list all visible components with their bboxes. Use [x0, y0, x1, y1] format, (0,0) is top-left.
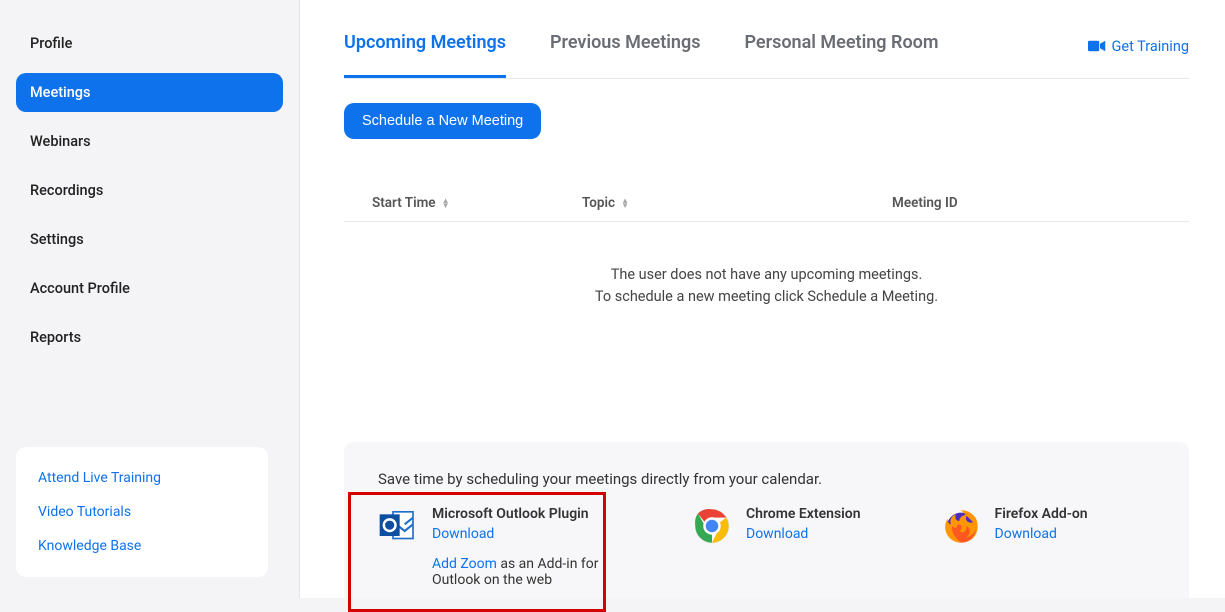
meetings-table-header: Start Time ▲▼ Topic ▲▼ Meeting ID: [344, 195, 1189, 222]
column-topic-label: Topic: [582, 195, 615, 211]
tabs-bar: Upcoming Meetings Previous Meetings Pers…: [344, 0, 1189, 79]
tab-previous[interactable]: Previous Meetings: [550, 32, 700, 78]
firefox-title: Firefox Add-on: [995, 506, 1088, 522]
sidebar-nav: Profile Meetings Webinars Recordings Set…: [16, 24, 283, 367]
column-meeting-id-label: Meeting ID: [892, 195, 958, 211]
outlook-addin-text: Add Zoom as an Add-in for Outlook on the…: [432, 556, 612, 588]
plugin-row: Microsoft Outlook Plugin Download Add Zo…: [378, 506, 1155, 588]
sidebar-item-account-profile[interactable]: Account Profile: [16, 269, 283, 308]
add-zoom-link[interactable]: Add Zoom: [432, 556, 497, 572]
get-training-label: Get Training: [1112, 38, 1189, 55]
sidebar: Profile Meetings Webinars Recordings Set…: [0, 0, 300, 598]
video-camera-icon: [1088, 39, 1106, 53]
sidebar-item-reports[interactable]: Reports: [16, 318, 283, 357]
column-start-time[interactable]: Start Time ▲▼: [372, 195, 582, 211]
outlook-download-link[interactable]: Download: [432, 526, 494, 542]
help-link-live-training[interactable]: Attend Live Training: [30, 461, 254, 495]
chrome-download-link[interactable]: Download: [746, 526, 808, 542]
sidebar-item-settings[interactable]: Settings: [16, 220, 283, 259]
column-start-time-label: Start Time: [372, 195, 436, 211]
empty-line-2: To schedule a new meeting click Schedule…: [344, 286, 1189, 308]
column-topic[interactable]: Topic ▲▼: [582, 195, 892, 211]
tab-upcoming[interactable]: Upcoming Meetings: [344, 32, 506, 78]
sidebar-item-meetings[interactable]: Meetings: [16, 73, 283, 112]
empty-state: The user does not have any upcoming meet…: [344, 264, 1189, 308]
sort-icon: ▲▼: [442, 198, 450, 208]
plugin-firefox: Firefox Add-on Download: [941, 506, 1088, 588]
firefox-icon: [941, 506, 981, 546]
sidebar-item-recordings[interactable]: Recordings: [16, 171, 283, 210]
get-training-link[interactable]: Get Training: [1088, 38, 1189, 73]
plugin-chrome: Chrome Extension Download: [692, 506, 861, 588]
plugin-outlook: Microsoft Outlook Plugin Download Add Zo…: [378, 506, 612, 588]
promo-heading: Save time by scheduling your meetings di…: [378, 470, 1155, 488]
firefox-download-link[interactable]: Download: [995, 526, 1057, 542]
chrome-title: Chrome Extension: [746, 506, 861, 522]
sidebar-item-webinars[interactable]: Webinars: [16, 122, 283, 161]
empty-line-1: The user does not have any upcoming meet…: [344, 264, 1189, 286]
outlook-icon: [378, 506, 418, 546]
schedule-new-meeting-button[interactable]: Schedule a New Meeting: [344, 103, 541, 139]
calendar-promo: Save time by scheduling your meetings di…: [344, 442, 1189, 598]
sidebar-item-profile[interactable]: Profile: [16, 24, 283, 63]
outlook-title: Microsoft Outlook Plugin: [432, 506, 612, 522]
sort-icon: ▲▼: [621, 198, 629, 208]
main-content: Upcoming Meetings Previous Meetings Pers…: [300, 0, 1225, 598]
chrome-icon: [692, 506, 732, 546]
help-card: Attend Live Training Video Tutorials Kno…: [16, 447, 268, 577]
column-meeting-id: Meeting ID: [892, 195, 1189, 211]
help-link-video-tutorials[interactable]: Video Tutorials: [30, 495, 254, 529]
tab-personal-meeting-room[interactable]: Personal Meeting Room: [744, 32, 938, 78]
help-link-knowledge-base[interactable]: Knowledge Base: [30, 529, 254, 563]
